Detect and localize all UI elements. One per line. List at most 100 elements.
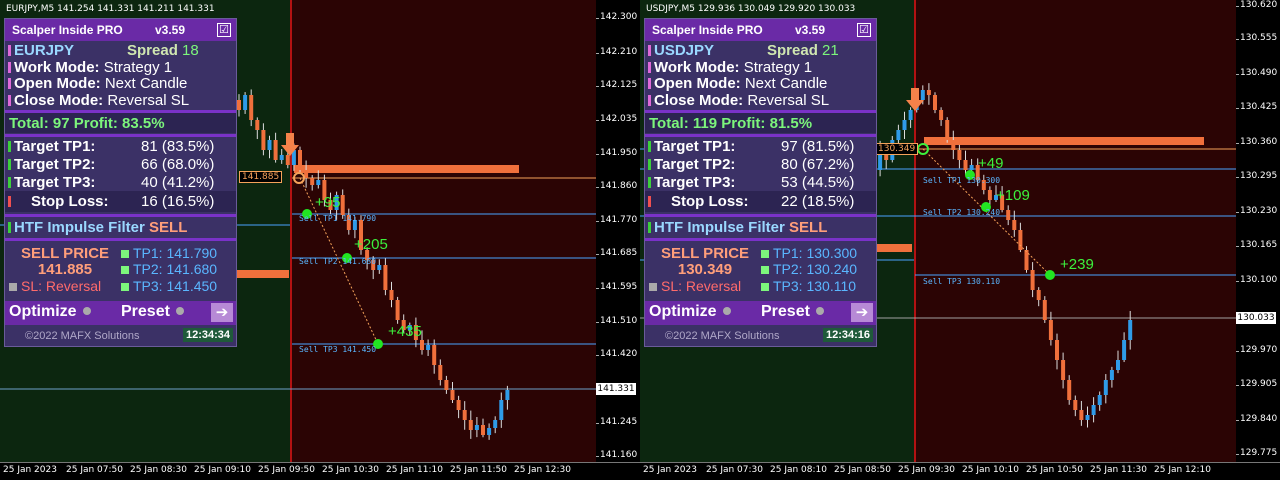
- candle: [1085, 415, 1090, 420]
- next-arrow-icon[interactable]: ➔: [211, 303, 233, 322]
- current-price-label: 141.331: [596, 383, 636, 395]
- chart-eurjpy[interactable]: EURJPY,M5 141.254 141.331 141.211 141.33…: [0, 0, 640, 480]
- tp3-row-label: Target TP3:: [14, 174, 96, 191]
- work-mode-value: Strategy 1: [103, 59, 173, 76]
- spread-row: Spread 21: [767, 42, 839, 59]
- close-mode-value: Reversal SL: [747, 92, 830, 109]
- candle: [920, 90, 925, 100]
- points-tp2: +109: [996, 187, 1030, 204]
- tp1-price: TP1: 141.790: [121, 245, 217, 261]
- htf-row: HTF Impulse Filter SELL: [648, 219, 827, 236]
- sl-reversal-text: SL: Reversal: [21, 278, 102, 294]
- price-tick: 130.100: [1235, 275, 1278, 285]
- candle: [249, 95, 254, 120]
- tp1-row: Target TP1:: [8, 138, 95, 155]
- tp3-price-text: TP3: 141.450: [133, 278, 218, 294]
- symbol-name: EURJPY: [14, 42, 75, 59]
- candle: [426, 345, 431, 350]
- open-mode-row: Open Mode: Next Candle: [8, 75, 187, 92]
- price-tick: 129.840: [1235, 414, 1278, 424]
- separator: [645, 214, 876, 217]
- candle: [395, 300, 400, 320]
- time-label: 25 Jan 2023: [3, 465, 57, 475]
- htf-value: SELL: [789, 219, 828, 236]
- optimize-button[interactable]: Optimize: [649, 303, 731, 321]
- candle: [468, 420, 473, 430]
- candle: [493, 420, 498, 428]
- candle: [1128, 320, 1133, 340]
- candle: [1067, 380, 1072, 400]
- price-tick: 129.905: [1235, 379, 1278, 389]
- chart-usdjpy[interactable]: USDJPY,M5 129.936 130.049 129.920 130.03…: [640, 0, 1280, 480]
- copyright: ©2022 MAFX Solutions: [25, 330, 140, 342]
- htf-label: HTF Impulse Filter: [654, 219, 785, 236]
- tp3-stat-value: 53 (44.5%): [781, 174, 855, 191]
- options-bar: Optimize Preset ➔: [645, 301, 876, 325]
- candle: [1048, 320, 1053, 340]
- tp3-label: Sell TP3 141.450: [299, 345, 377, 354]
- price-tick: 130.555: [1235, 33, 1278, 43]
- points-tp1: +49: [978, 155, 1004, 172]
- preset-button[interactable]: Preset: [761, 303, 824, 321]
- optimize-button[interactable]: Optimize: [9, 303, 91, 321]
- next-arrow-icon[interactable]: ➔: [851, 303, 873, 322]
- time-label: 25 Jan 08:50: [834, 465, 891, 475]
- sell-price-value: 130.349: [677, 261, 733, 278]
- work-mode-label: Work Mode:: [14, 59, 100, 76]
- tp2-stat: 66 (68.0%): [141, 156, 214, 173]
- sl-stat: 22 (18.5%): [781, 193, 854, 210]
- tp3-stat-value: 40 (41.2%): [141, 174, 215, 191]
- open-mode-value: Next Candle: [104, 75, 188, 92]
- sl-stat-value: 22 (18.5%): [781, 193, 855, 210]
- time-label: 25 Jan 10:10: [962, 465, 1019, 475]
- tp3-row: Target TP3:: [8, 174, 95, 191]
- tp1-stat-value: 81 (83.5%): [141, 138, 215, 155]
- sell-price-value: 141.885: [37, 261, 93, 278]
- candle: [1018, 230, 1023, 250]
- candle: [1079, 410, 1084, 420]
- candle: [926, 90, 931, 95]
- open-mode-value: Next Candle: [744, 75, 828, 92]
- candle: [243, 95, 248, 110]
- preset-label: Preset: [121, 303, 170, 320]
- price-tick: 130.425: [1235, 102, 1278, 112]
- candle: [1012, 220, 1017, 230]
- preset-button[interactable]: Preset: [121, 303, 184, 321]
- panel-toggle-checkbox[interactable]: ☑: [857, 23, 871, 37]
- price-axis: 130.620 130.555 130.490 130.425 130.360 …: [1235, 0, 1280, 462]
- tp3-hit-icon: [1045, 270, 1055, 280]
- separator: [5, 134, 236, 137]
- tp3-stat: 40 (41.2%): [141, 174, 214, 191]
- tp1-row-label: Target TP1:: [654, 138, 736, 155]
- separator: [645, 134, 876, 137]
- time-label: 25 Jan 10:50: [1026, 465, 1083, 475]
- price-tick: 141.160: [595, 450, 638, 460]
- sl-reversal-text: SL: Reversal: [661, 278, 742, 294]
- sell-price-label: SELL PRICE: [20, 245, 110, 262]
- optimize-dot-icon: [82, 307, 91, 315]
- panel-header: Scalper Inside PRO v3.59 ☑: [5, 19, 236, 41]
- tp1-stat-value: 97 (81.5%): [781, 138, 855, 155]
- htf-row: HTF Impulse Filter SELL: [8, 219, 187, 236]
- symbol-info: USDJPY,M5 129.936 130.049 129.920 130.03…: [646, 4, 856, 14]
- separator: [5, 238, 236, 241]
- candle: [237, 100, 241, 110]
- symbol-row: USDJPY: [648, 42, 714, 59]
- level-bar: [924, 137, 1204, 145]
- candle: [1036, 290, 1041, 300]
- candle: [1109, 370, 1114, 380]
- scalper-panel: Scalper Inside PRO v3.59 ☑ EURJPY Spread…: [4, 18, 237, 347]
- tp2-price: TP2: 141.680: [121, 261, 217, 277]
- candle: [939, 110, 944, 120]
- candle: [1097, 395, 1102, 405]
- panel-toggle-checkbox[interactable]: ☑: [217, 23, 231, 37]
- htf-label: HTF Impulse Filter: [14, 219, 145, 236]
- work-mode-value: Strategy 1: [743, 59, 813, 76]
- tp3-price: TP3: 141.450: [121, 278, 217, 294]
- close-mode-label: Close Mode:: [654, 92, 744, 109]
- price-tick: 141.860: [595, 181, 638, 191]
- price-tick: 141.245: [595, 417, 638, 427]
- tp2-row-label: Target TP2:: [14, 156, 96, 173]
- separator: [5, 214, 236, 217]
- open-mode-row: Open Mode: Next Candle: [648, 75, 827, 92]
